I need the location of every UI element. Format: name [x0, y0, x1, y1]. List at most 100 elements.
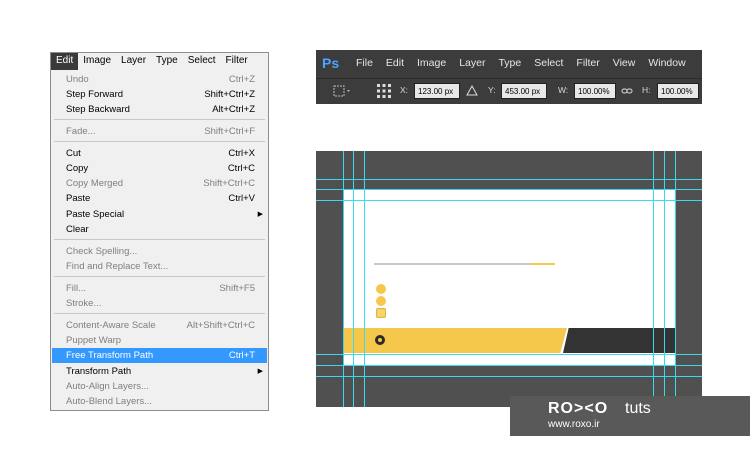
- menu-item-label: Free Transform Path: [66, 350, 154, 361]
- ps-menu-type[interactable]: Type: [498, 57, 521, 69]
- menu-item-shortcut: Ctrl+X: [228, 148, 255, 159]
- menu-item-label: Paste Special: [66, 209, 125, 220]
- menu-item-label: Puppet Warp: [66, 335, 122, 346]
- yellow-square-shape: [376, 308, 386, 318]
- menu-item-shortcut: Ctrl+T: [228, 350, 255, 361]
- menu-separator: [54, 141, 265, 142]
- menu-item-cut[interactable]: Cut Ctrl+X: [52, 146, 267, 161]
- menu-item-label: Stroke...: [66, 298, 102, 309]
- menu-item-label: Auto-Blend Layers...: [66, 396, 153, 407]
- w-input[interactable]: 100.00%: [574, 83, 616, 99]
- watermark-tuts: tuts: [625, 400, 651, 417]
- menu-item-fade[interactable]: Fade... Shift+Ctrl+F: [52, 124, 267, 139]
- guide-horizontal[interactable]: [316, 365, 702, 366]
- menu-item-label: Undo: [66, 74, 89, 85]
- menu-item-shortcut: Alt+Ctrl+Z: [212, 104, 255, 115]
- h-label: H:: [642, 85, 651, 95]
- x-label: X:: [400, 85, 409, 95]
- menu-item-step-backward[interactable]: Step Backward Alt+Ctrl+Z: [52, 102, 267, 117]
- menubar: Edit Image Layer Type Select Filter: [51, 53, 268, 70]
- dark-band-shape: [563, 328, 676, 353]
- yellow-dot-shape: [376, 284, 386, 294]
- document-canvas[interactable]: [316, 151, 702, 407]
- guide-horizontal[interactable]: [316, 376, 702, 377]
- menu-item-shortcut: Ctrl+C: [227, 163, 255, 174]
- menu-item-label: Step Forward: [66, 89, 124, 100]
- menubar-layer[interactable]: Layer: [116, 53, 151, 70]
- menu-item-shortcut: Ctrl+V: [228, 193, 255, 204]
- menu-item-label: Cut: [66, 148, 81, 159]
- menu-item-paste-special[interactable]: Paste Special ▶: [52, 207, 267, 222]
- ps-menu-layer[interactable]: Layer: [459, 57, 485, 69]
- menu-item-transform-path[interactable]: Transform Path ▶: [52, 364, 267, 379]
- menubar-select[interactable]: Select: [183, 53, 221, 70]
- guide-horizontal[interactable]: [316, 179, 702, 180]
- ps-logo: Ps: [322, 55, 340, 71]
- menu-item-label: Auto-Align Layers...: [66, 381, 149, 392]
- menu-item-label: Copy: [66, 163, 89, 174]
- menubar-filter[interactable]: Filter: [221, 53, 253, 70]
- guide-horizontal[interactable]: [316, 200, 702, 201]
- gray-line-shape: [374, 263, 534, 265]
- ps-menu-view[interactable]: View: [613, 57, 636, 69]
- menubar-edit[interactable]: Edit: [51, 53, 79, 70]
- roxo-watermark: RO><O tuts www.roxo.ir: [510, 396, 750, 436]
- menu-item-check-spelling[interactable]: Check Spelling...: [52, 244, 267, 259]
- menu-item-fill[interactable]: Fill... Shift+F5: [52, 281, 267, 296]
- menu-item-label: Clear: [66, 224, 89, 235]
- menu-item-label: Fill...: [66, 283, 87, 294]
- menu-item-label: Fade...: [66, 126, 96, 137]
- yellow-line-shape: [531, 263, 555, 265]
- menu-item-shortcut: Ctrl+Z: [228, 74, 255, 85]
- h-input[interactable]: 100.00%: [657, 83, 699, 99]
- menu-item-puppet-warp[interactable]: Puppet Warp: [52, 333, 267, 348]
- location-pin-icon: [375, 335, 385, 345]
- menu-item-auto-align-layers[interactable]: Auto-Align Layers...: [52, 379, 267, 394]
- ps-menubar: Ps File Edit Image Layer Type Select Fil…: [316, 50, 702, 76]
- x-input[interactable]: 123.00 px: [414, 83, 460, 99]
- menu-item-copy[interactable]: Copy Ctrl+C: [52, 161, 267, 176]
- menu-item-label: Find and Replace Text...: [66, 261, 169, 272]
- ps-menu-image[interactable]: Image: [417, 57, 446, 69]
- ps-menu-select[interactable]: Select: [534, 57, 563, 69]
- reference-point-icon[interactable]: [376, 83, 392, 99]
- watermark-brand: RO><O: [548, 400, 609, 417]
- link-icon[interactable]: [621, 86, 633, 96]
- ps-menu-filter[interactable]: Filter: [576, 57, 599, 69]
- menu-item-clear[interactable]: Clear: [52, 222, 267, 237]
- menubar-image[interactable]: Image: [78, 53, 116, 70]
- menu-separator: [54, 313, 265, 314]
- menu-item-free-transform-path[interactable]: Free Transform Path Ctrl+T: [52, 348, 267, 363]
- menu-item-shortcut: Alt+Shift+Ctrl+C: [186, 320, 255, 331]
- menu-item-shortcut: Shift+Ctrl+C: [203, 178, 255, 189]
- photoshop-toolbar: Ps File Edit Image Layer Type Select Fil…: [316, 50, 702, 104]
- menu-item-copy-merged[interactable]: Copy Merged Shift+Ctrl+C: [52, 176, 267, 191]
- menu-item-shortcut: Shift+Ctrl+F: [204, 126, 255, 137]
- watermark-url: www.roxo.ir: [548, 419, 600, 430]
- yellow-dot-shape: [376, 296, 386, 306]
- transform-tool-icon[interactable]: [332, 84, 352, 98]
- ps-menu-file[interactable]: File: [356, 57, 373, 69]
- ps-menu-edit[interactable]: Edit: [386, 57, 404, 69]
- menu-item-auto-blend-layers[interactable]: Auto-Blend Layers...: [52, 394, 267, 409]
- menu-separator: [54, 276, 265, 277]
- y-input[interactable]: 453.00 px: [501, 83, 547, 99]
- guide-horizontal[interactable]: [316, 354, 702, 355]
- menu-item-find-replace[interactable]: Find and Replace Text...: [52, 259, 267, 274]
- w-label: W:: [558, 85, 569, 95]
- ps-menu-window[interactable]: Window: [648, 57, 685, 69]
- menubar-type[interactable]: Type: [151, 53, 183, 70]
- menu-item-content-aware-scale[interactable]: Content-Aware Scale Alt+Shift+Ctrl+C: [52, 318, 267, 333]
- delta-icon[interactable]: [466, 85, 478, 96]
- ps-options-bar: X: 123.00 px Y: 453.00 px W: 100.00% H: …: [316, 78, 702, 102]
- menu-item-label: Paste: [66, 193, 91, 204]
- menu-item-label: Transform Path: [66, 366, 132, 377]
- menu-item-paste[interactable]: Paste Ctrl+V: [52, 191, 267, 206]
- menu-item-shortcut: Shift+Ctrl+Z: [204, 89, 255, 100]
- guide-horizontal[interactable]: [316, 189, 702, 190]
- menu-separator: [54, 239, 265, 240]
- menu-item-undo[interactable]: Undo Ctrl+Z: [52, 72, 267, 87]
- menu-item-step-forward[interactable]: Step Forward Shift+Ctrl+Z: [52, 87, 267, 102]
- menu-separator: [54, 119, 265, 120]
- menu-item-stroke[interactable]: Stroke...: [52, 296, 267, 311]
